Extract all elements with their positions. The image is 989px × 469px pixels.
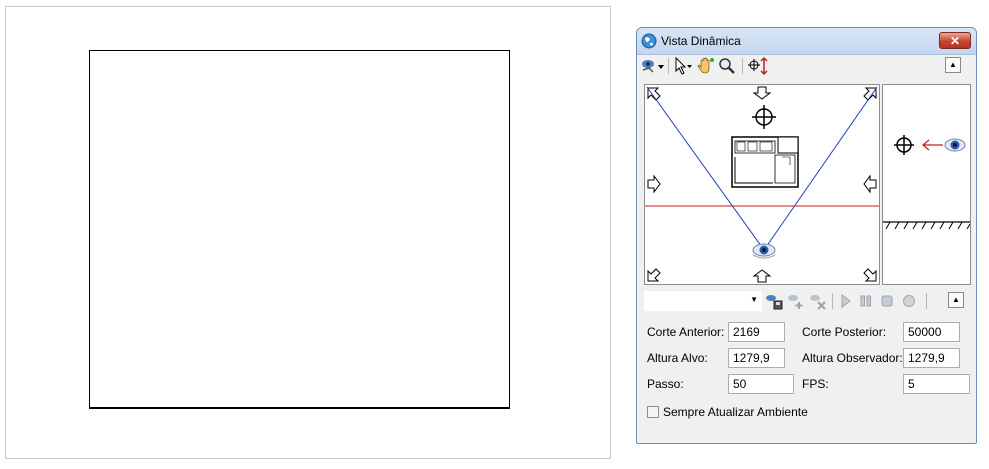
- vista-dinamica-window: Vista Dinâmica ✕ ▲ ▼ ▲ Corte Anterior: 2…: [636, 27, 977, 444]
- passo-label: Passo:: [647, 377, 684, 391]
- fps-input[interactable]: [903, 374, 970, 394]
- plan-view-svg: [645, 86, 879, 283]
- ground-line: [883, 221, 971, 230]
- chevron-down-icon: ▼: [750, 295, 758, 304]
- stop-icon[interactable]: [880, 293, 894, 309]
- pause-icon[interactable]: [859, 293, 873, 309]
- side-observer-eye-icon: [944, 138, 966, 152]
- hand-pan-icon[interactable]: [696, 56, 716, 76]
- delete-camera-icon[interactable]: [809, 292, 827, 310]
- arrow-up-bottom: [752, 269, 772, 283]
- eye-mode-icon[interactable]: [641, 56, 665, 76]
- toolbar-collapse-button[interactable]: ▲: [945, 57, 961, 73]
- save-camera-icon[interactable]: [765, 292, 783, 310]
- camera-toolbar-collapse-button[interactable]: ▲: [948, 292, 964, 308]
- corner-arrow-bottom-right: [863, 268, 877, 282]
- altura-observador-input[interactable]: [903, 348, 960, 368]
- sempre-atualizar-label: Sempre Atualizar Ambiente: [663, 405, 808, 419]
- arrow-left-right: [863, 174, 877, 194]
- corte-anterior-input[interactable]: [728, 322, 785, 342]
- close-button[interactable]: ✕: [939, 32, 971, 49]
- altura-alvo-label: Altura Alvo:: [647, 351, 708, 365]
- add-camera-icon[interactable]: [787, 292, 805, 310]
- side-target-crosshair-icon: [894, 135, 914, 155]
- target-crosshair-icon: [752, 105, 776, 129]
- pointer-icon[interactable]: [673, 56, 693, 76]
- observer-eye-icon: [752, 243, 776, 259]
- drawing-sheet: [89, 50, 510, 409]
- side-view-panel[interactable]: [882, 84, 971, 285]
- record-icon[interactable]: [901, 293, 917, 309]
- play-icon[interactable]: [839, 293, 853, 309]
- corner-arrow-top-right: [863, 87, 877, 101]
- drawing-canvas[interactable]: [5, 6, 611, 459]
- window-title: Vista Dinâmica: [661, 34, 741, 48]
- side-view-svg: [883, 135, 971, 230]
- plan-view-panel[interactable]: [644, 84, 880, 285]
- corte-posterior-input[interactable]: [903, 322, 960, 342]
- altura-observador-label: Altura Observador:: [802, 351, 903, 365]
- camera-select[interactable]: ▼: [644, 291, 762, 311]
- camera-toolbar: ▼ ▲: [644, 290, 972, 312]
- corte-anterior-label: Corte Anterior:: [647, 325, 725, 339]
- globe-icon: [641, 33, 657, 49]
- arrow-right-left: [647, 174, 661, 194]
- corner-arrow-top-left: [647, 87, 661, 101]
- direction-arrow: [922, 139, 943, 151]
- height-adjust-icon[interactable]: [747, 56, 769, 76]
- altura-alvo-input[interactable]: [728, 348, 785, 368]
- corte-posterior-label: Corte Posterior:: [802, 325, 887, 339]
- fps-label: FPS:: [802, 377, 829, 391]
- toolbar: ▲: [641, 56, 971, 78]
- corner-arrow-bottom-left: [647, 268, 661, 282]
- floor-plan-thumbnail: [731, 136, 799, 188]
- passo-input[interactable]: [728, 374, 794, 394]
- title-bar[interactable]: Vista Dinâmica ✕: [637, 28, 976, 55]
- zoom-icon[interactable]: [717, 56, 737, 76]
- sempre-atualizar-checkbox[interactable]: [647, 406, 659, 418]
- arrow-down-top: [752, 86, 772, 100]
